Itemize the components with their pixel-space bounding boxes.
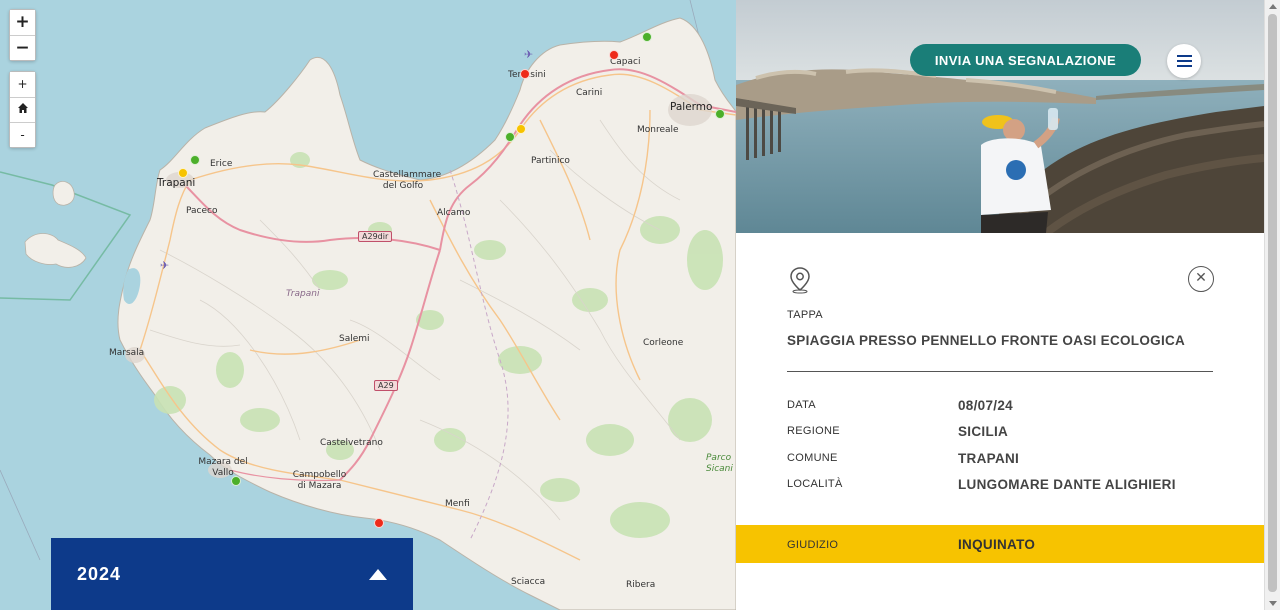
send-report-button[interactable]: INVIA UNA SEGNALAZIONE [910, 44, 1141, 76]
comune-label: COMUNE [787, 452, 838, 464]
beach-photo [736, 0, 1264, 233]
place-label: Castelvetrano [320, 438, 383, 448]
place-label: Campobello di Mazara [292, 470, 347, 491]
zoom-in-button[interactable]: + [10, 10, 35, 35]
scroll-down-icon[interactable] [1269, 601, 1277, 606]
scroll-thumb[interactable] [1268, 14, 1277, 592]
beach-pin[interactable] [374, 518, 384, 528]
caret-up-icon [369, 568, 387, 580]
place-label: Salemi [339, 334, 370, 344]
comune-value: TRAPANI [958, 451, 1020, 466]
home-button[interactable] [10, 97, 35, 122]
beach-pin[interactable] [642, 32, 652, 42]
regione-value: SICILIA [958, 424, 1009, 439]
scroll-up-icon[interactable] [1269, 4, 1277, 9]
detail-panel: ✕ TAPPA SPIAGGIA PRESSO PENNELLO FRONTE … [736, 0, 1264, 610]
beach-pin[interactable] [520, 69, 530, 79]
svg-text:✈: ✈ [524, 48, 533, 61]
svg-text:✈: ✈ [160, 259, 169, 272]
hamburger-icon [1176, 60, 1192, 62]
data-value: 08/07/24 [958, 398, 1013, 413]
small-zoom-in-button[interactable]: + [10, 72, 35, 97]
beach-pin[interactable] [178, 168, 188, 178]
regione-label: REGIONE [787, 425, 840, 437]
location-pin-icon [790, 267, 810, 294]
place-label: Castellammare del Golfo [373, 170, 442, 191]
beach-pin[interactable] [609, 50, 619, 60]
place-label: Ribera [626, 580, 656, 590]
map-view[interactable]: ✈ ✈ Erice Trapani Paceco Castellammare d… [0, 0, 736, 610]
home-icon [17, 103, 28, 113]
menu-button[interactable] [1167, 44, 1201, 78]
place-label: Palermo [670, 101, 713, 113]
giudizio-label: GIUDIZIO [787, 539, 839, 551]
place-label: Mazara del Vallo [198, 457, 248, 478]
beach-pin[interactable] [190, 155, 200, 165]
giudizio-bar: GIUDIZIO INQUINATO [736, 525, 1264, 563]
year-selector[interactable]: 2024 [51, 538, 413, 610]
place-label: Sciacca [511, 577, 546, 587]
tappa-label: TAPPA [787, 309, 823, 321]
close-button[interactable]: ✕ [1188, 266, 1214, 292]
road-shield: A29 [374, 380, 398, 391]
place-label: Corleone [643, 338, 684, 348]
place-label: Partinico [531, 156, 570, 166]
giudizio-value: INQUINATO [958, 537, 1036, 552]
place-label: Erice [210, 159, 233, 169]
localita-value: LUNGOMARE DANTE ALIGHIERI [958, 477, 1176, 492]
map-base: ✈ ✈ [0, 0, 736, 610]
beach-pin[interactable] [231, 476, 241, 486]
place-label: Alcamo [437, 208, 471, 218]
hamburger-icon [1176, 65, 1192, 67]
divider [787, 371, 1213, 372]
place-label: Marsala [109, 348, 145, 358]
small-zoom-out-button[interactable]: - [10, 122, 35, 147]
place-label: Parco Sicani [706, 453, 733, 474]
nav-control: + - [9, 71, 36, 148]
place-label: Menfi [445, 499, 470, 509]
year-value: 2024 [77, 563, 122, 584]
place-label: Carini [576, 88, 603, 98]
place-label: Monreale [637, 125, 679, 135]
localita-label: LOCALITÀ [787, 478, 843, 490]
beach-pin[interactable] [516, 124, 526, 134]
beach-pin[interactable] [715, 109, 725, 119]
data-label: DATA [787, 399, 816, 411]
close-icon: ✕ [1195, 270, 1207, 286]
place-label: Trapani [286, 289, 320, 299]
road-shield: A29dir [358, 231, 393, 242]
zoom-out-button[interactable]: − [10, 35, 35, 60]
page-scrollbar[interactable] [1264, 0, 1280, 610]
place-label: Paceco [186, 206, 218, 216]
place-label: Trapani [157, 177, 196, 189]
beach-pin[interactable] [505, 132, 515, 142]
tappa-value: SPIAGGIA PRESSO PENNELLO FRONTE OASI ECO… [787, 333, 1186, 348]
hamburger-icon [1176, 55, 1192, 57]
zoom-control: + − [9, 9, 36, 61]
